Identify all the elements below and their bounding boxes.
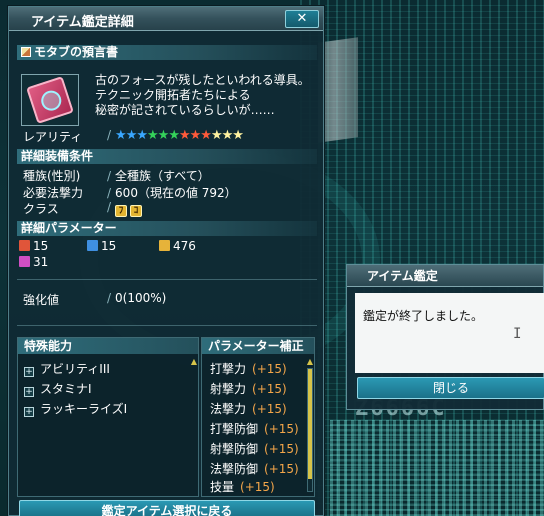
param-bonus-panel: パラメーター補正 打撃力 (+15) 射撃力 (+15) 法撃力 (+15) 打撃防御… [201,337,315,497]
param-melee: 15 [19,239,48,253]
race-row: 種族(性別) / 全種族（すべて） [23,169,210,183]
ability-item[interactable]: + スタミナI [24,380,92,397]
class-badge-icon: ｺ [130,205,143,217]
back-to-appraisal-select-button[interactable]: 鑑定アイテム選択に戻る [19,500,315,516]
param-value: 15 [33,239,49,253]
tech-attack-icon [159,240,170,251]
expand-plus-icon[interactable]: + [24,387,34,397]
ability-item[interactable]: + アビリティIII [24,360,110,377]
background-floor-grid [330,420,544,516]
param-dexterity: 31 [19,255,48,269]
scroll-up-arrow-icon[interactable]: ▲ [306,358,314,366]
description-line: テクニック開拓者たちによる [95,88,251,102]
rarity-star-icon: ★ [189,128,202,143]
rarity-star-icon: ★ [210,128,223,143]
section-divider [17,279,317,280]
param-ranged: 15 [87,239,116,253]
rarity-star-icon: ★ [232,128,244,143]
parameters-heading: 詳細パラメーター [21,221,117,235]
special-abilities-heading: 特殊能力 [18,338,198,354]
race-value: 全種族（すべて） [115,169,210,183]
requirements-heading: 詳細装備条件 [21,149,94,163]
rarity-star-icon: ★ [200,128,212,143]
bonus-scrollbar[interactable] [307,368,313,492]
bonus-row: 技量 (+15) [210,480,275,494]
item-image-frame [21,74,79,126]
section-divider [17,325,317,326]
window-title-bar: アイテム鑑定詳細 ✕ [9,7,323,31]
dialog-close-button[interactable]: 閉じる [357,377,544,399]
text-cursor-icon: I [513,326,522,342]
param-value: 31 [33,255,49,269]
required-power-value: 600（現在の値 792） [115,186,237,200]
dialog-message-area: 鑑定が終了しました。 I [355,293,544,373]
item-appraisal-detail-window: アイテム鑑定詳細 ✕ モタブの預言書 古のフォースが残したといわれる導具。 テク… [8,6,324,516]
ability-item[interactable]: + ラッキーライズI [24,400,127,417]
rarity-stars: ★★★★★★★★★★★★ [115,128,244,143]
rarity-label: レアリティ [23,130,83,144]
bonus-row: 射撃防御 (+15) [210,442,299,456]
dexterity-icon [19,256,30,267]
class-label: クラス [23,202,59,216]
rarity-star-icon: ★ [125,128,138,143]
item-name: モタブの預言書 [34,45,119,59]
special-abilities-panel: 特殊能力 + アビリティIII + スタミナI + ラッキーライズI ▲ [17,337,199,497]
book-icon [26,76,74,124]
scroll-up-arrow-icon[interactable]: ▲ [190,358,198,366]
expand-plus-icon[interactable]: + [24,367,34,377]
class-row: クラス / ﾌｺ [23,200,143,217]
weapon-category-icon [21,47,31,57]
rarity-star-icon: ★ [178,128,191,143]
grind-label: 強化値 [23,293,60,307]
close-button[interactable]: ✕ [285,10,319,28]
rarity-star-icon: ★ [147,128,159,143]
rarity-star-icon: ★ [168,128,180,143]
bonus-row: 射撃力 (+15) [210,382,287,396]
description-line: 古のフォースが残したといわれる導具。 [95,73,310,87]
required-power-row: 必要法撃力 /600（現在の値 792） [23,186,237,200]
rarity-star-icon: ★ [136,128,148,143]
ranged-attack-icon [87,240,98,251]
item-description: 古のフォースが残したといわれる導具。 テクニック開拓者たちによる 秘密が記されて… [95,73,315,118]
bonus-row: 法撃力 (+15) [210,402,287,416]
bonus-row: 打撃防御 (+15) [210,422,299,436]
expand-plus-icon[interactable]: + [24,407,34,417]
param-tech: 476 [159,239,196,253]
dialog-message: 鑑定が終了しました。 [363,309,484,323]
description-line: 秘密が記されているらしいが…… [95,103,275,117]
dialog-title: アイテム鑑定 [347,265,543,287]
rarity-star-icon: ★ [157,128,170,143]
window-title: アイテム鑑定詳細 [31,15,134,30]
item-name-header: モタブの預言書 [17,45,317,60]
required-power-label: 必要法撃力 [23,186,84,200]
param-bonus-heading: パラメーター補正 [202,338,314,354]
rarity-row: レアリティ / ★★★★★★★★★★★★ [23,128,244,144]
bonus-scroll-thumb[interactable] [308,369,312,479]
race-label: 種族(性別) [23,169,81,183]
bonus-row: 打撃力 (+15) [210,362,287,376]
rarity-star-icon: ★ [115,128,127,143]
bonus-row: 法撃防御 (+15) [210,462,299,476]
param-value: 476 [173,239,196,253]
melee-attack-icon [19,240,30,251]
background-pillar [318,37,358,143]
rarity-star-icon: ★ [221,128,234,143]
param-value: 15 [101,239,117,253]
grind-value: 0(100%) [115,291,167,305]
requirements-header: 詳細装備条件 [17,149,317,164]
grind-row: 強化値 /0(100%) [23,291,167,307]
parameters-header: 詳細パラメーター [17,221,317,236]
appraisal-complete-dialog: アイテム鑑定 鑑定が終了しました。 I 閉じる [346,264,544,410]
class-badge-icon: ﾌ [115,205,128,217]
